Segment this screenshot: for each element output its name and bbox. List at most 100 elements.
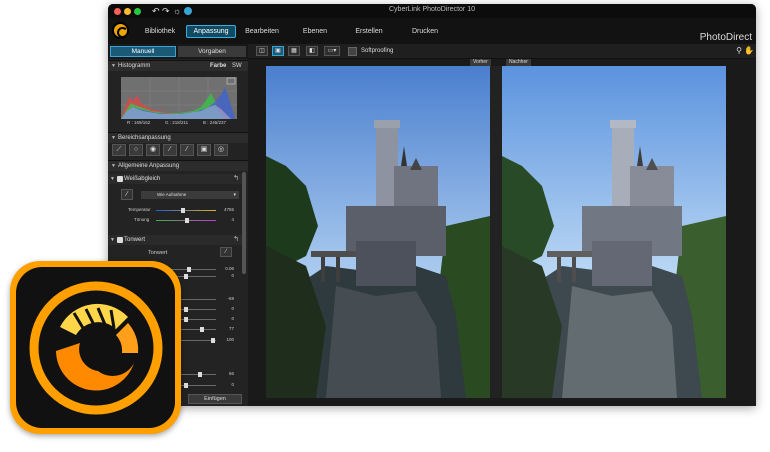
slider-knob[interactable] <box>187 267 191 272</box>
castle-photo-before <box>266 66 490 398</box>
tone-value: 66 <box>228 371 234 376</box>
slider-knob[interactable] <box>184 383 188 388</box>
tab-erstellen[interactable]: Erstellen <box>348 25 390 38</box>
collapse-icon: ▼ <box>111 135 116 141</box>
reset-icon[interactable]: ↰ <box>233 174 239 184</box>
crop-tool-icon[interactable]: ⟋ <box>112 144 126 156</box>
tab-anpassung[interactable]: Anpassung <box>186 25 236 38</box>
softproof-checkbox[interactable] <box>348 47 357 56</box>
histogram-graph <box>121 77 237 119</box>
general-adjust-header[interactable]: ▼ Allgemeine Anpassung <box>108 160 248 171</box>
window-title: CyberLink PhotoDirector 10 <box>389 6 475 13</box>
region-adjust-header[interactable]: ▼ Bereichsanpassung <box>108 132 248 143</box>
compare-icon[interactable]: ◧ <box>306 46 318 56</box>
zoom-icon[interactable]: ⚲ <box>736 46 742 55</box>
tone-value: 0 <box>231 306 234 311</box>
photodirector-app-icon <box>10 261 181 434</box>
slider-knob[interactable] <box>185 218 189 223</box>
collapse-icon: ▼ <box>111 63 116 69</box>
collapse-icon: ▼ <box>110 176 115 182</box>
tone-value: 100 <box>226 337 234 342</box>
app-logo-icon <box>112 22 129 39</box>
tone-value: -69 <box>227 296 234 301</box>
tab-ebenen[interactable]: Ebenen <box>294 25 336 38</box>
white-balance-title: Weißabgleich <box>124 176 161 182</box>
green-value: G : 218/211 <box>165 120 189 125</box>
tone-value: 77 <box>228 326 234 331</box>
tint-slider[interactable] <box>156 218 216 223</box>
white-balance-select[interactable]: Wie Aufnahme ▾ <box>141 191 239 199</box>
after-photo[interactable] <box>502 66 726 398</box>
histogram-readout: R : 169/162 G : 218/211 B : 245/237 <box>121 120 237 128</box>
white-balance-checkbox[interactable] <box>117 176 123 182</box>
view-toolbar: ◫ ▣ ▦ ◧ ▭▾ Softproofing ⚲ ✋ <box>248 44 756 59</box>
split-divider[interactable] <box>490 66 502 398</box>
histogram-bw-toggle[interactable]: SW <box>232 61 242 72</box>
slider-knob[interactable] <box>184 317 188 322</box>
histogram-chart <box>121 77 237 119</box>
tab-drucken[interactable]: Drucken <box>404 25 446 38</box>
eyedropper-icon[interactable]: ⁄ <box>121 189 133 200</box>
white-balance-preset: Wie Aufnahme <box>157 192 187 197</box>
display-options-icon[interactable]: ▭▾ <box>324 46 340 56</box>
temperature-slider[interactable] <box>156 208 216 213</box>
slider-knob[interactable] <box>200 327 204 332</box>
histogram-title: Histogramm <box>118 63 151 69</box>
tone-value: 0 <box>231 316 234 321</box>
white-balance-header[interactable]: ▼ Weißabgleich ↰ <box>108 174 242 184</box>
panel-scrollbar[interactable] <box>242 172 246 274</box>
app-icon-background <box>16 267 175 428</box>
histogram-color-toggle[interactable]: Farbe <box>210 61 226 72</box>
single-view-icon[interactable]: ▣ <box>272 46 284 56</box>
chevron-down-icon: ▾ <box>233 192 236 198</box>
image-viewer: Vorher Nachher <box>248 59 756 406</box>
tab-bibliothek[interactable]: Bibliothek <box>138 25 182 38</box>
slider-knob[interactable] <box>184 307 188 312</box>
hand-tool-icon[interactable]: ✋ <box>744 46 754 55</box>
tint-value: 4 <box>231 217 234 222</box>
auto-tone-icon[interactable]: ⁄ <box>220 247 232 257</box>
reset-icon[interactable]: ↰ <box>233 235 239 245</box>
tone-title: Tonwert <box>124 237 146 243</box>
tone-value: 0 <box>231 382 234 387</box>
tab-presets[interactable]: Vorgaben <box>178 46 246 57</box>
tone-checkbox[interactable] <box>117 237 123 243</box>
tone-header[interactable]: ▼ Tonwert ↰ <box>108 235 242 245</box>
before-label: Vorher <box>470 59 491 66</box>
brand-label: PhotoDirect <box>699 32 752 43</box>
before-after-icon[interactable]: ◫ <box>256 46 268 56</box>
histogram-header[interactable]: ▼ Histogramm Farbe SW <box>108 60 248 71</box>
module-nav: Bibliothek Anpassung Bearbeiten Ebenen E… <box>108 18 756 44</box>
blue-value: B : 245/237 <box>203 120 227 125</box>
collapse-icon: ▼ <box>111 163 116 169</box>
app-window: ↶ ↷ ☼ CyberLink PhotoDirector 10 Bibliot… <box>108 4 756 406</box>
red-eye-icon[interactable]: ◉ <box>146 144 160 156</box>
gradient-mask-icon[interactable]: ▣ <box>197 144 211 156</box>
red-value: R : 169/162 <box>127 120 151 125</box>
brush-icon[interactable]: ∕ <box>163 144 177 156</box>
tint-label: Tönung <box>134 217 150 222</box>
softproof-label: Softproofing <box>361 48 394 54</box>
slider-knob[interactable] <box>198 372 202 377</box>
tone-value: 0.06 <box>225 266 234 271</box>
tab-manual[interactable]: Manuell <box>110 46 176 57</box>
slider-knob[interactable] <box>181 208 185 213</box>
temperature-value: 4755 <box>223 207 234 212</box>
castle-photo-after <box>502 66 726 398</box>
slider-knob[interactable] <box>184 274 188 279</box>
grid-view-icon[interactable]: ▦ <box>288 46 300 56</box>
after-label: Nachher <box>506 59 531 66</box>
temperature-label: Temperatur <box>128 207 151 212</box>
paste-button[interactable]: Einfügen <box>188 394 242 404</box>
tab-bearbeiten[interactable]: Bearbeiten <box>240 25 284 38</box>
slider-knob[interactable] <box>211 338 215 343</box>
adjustment-brush-icon[interactable]: ⁄ <box>180 144 194 156</box>
radial-filter-icon[interactable]: ◎ <box>214 144 228 156</box>
spot-removal-icon[interactable]: ○ <box>129 144 143 156</box>
mode-tabs: Manuell Vorgaben <box>108 44 248 59</box>
title-bar: ↶ ↷ ☼ CyberLink PhotoDirector 10 <box>108 4 756 18</box>
before-photo[interactable] <box>266 66 490 398</box>
region-adjust-title: Bereichsanpassung <box>118 135 171 141</box>
general-adjust-title: Allgemeine Anpassung <box>118 163 180 169</box>
tone-value: 0 <box>231 273 234 278</box>
